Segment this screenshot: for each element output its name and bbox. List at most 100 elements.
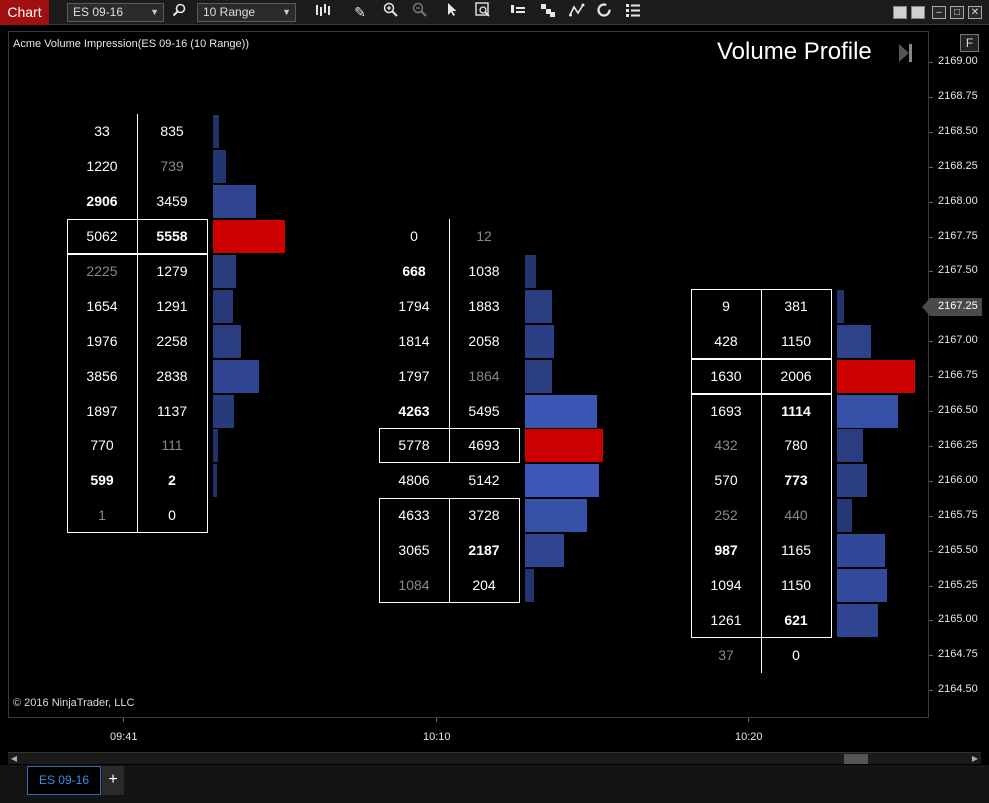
volume-bar — [213, 254, 236, 288]
price-tick-mark — [929, 515, 933, 517]
indicator-label: Acme Volume Impression(ES 09-16 (10 Rang… — [13, 38, 249, 50]
volume-bar — [525, 289, 552, 323]
bars-icon[interactable] — [508, 2, 528, 22]
price-tick-label: 2166.25 — [938, 438, 978, 451]
reload-icon[interactable] — [594, 2, 614, 22]
play-next-icon[interactable] — [898, 42, 914, 64]
instrument-value: ES 09-16 — [73, 5, 124, 19]
price-tick-mark — [929, 236, 933, 238]
time-tick-label: 10:10 — [423, 731, 451, 743]
time-tick-label: 09:41 — [110, 731, 138, 743]
price-tick-mark — [929, 411, 933, 412]
close-icon[interactable]: ✕ — [968, 6, 982, 19]
volume-bar — [213, 464, 217, 498]
volume-bar — [837, 464, 867, 498]
volume-bar — [213, 359, 259, 393]
data-box-icon[interactable] — [473, 2, 493, 22]
f-button[interactable]: F — [960, 34, 979, 52]
ask-volume-cell: 3459 — [156, 193, 188, 210]
horizontal-scrollbar[interactable]: ◀ ▶ — [8, 752, 981, 764]
bar-style-icon[interactable] — [313, 2, 333, 22]
time-tick-label: 10:20 — [735, 731, 763, 743]
bid-ask-divider — [761, 288, 762, 359]
maximize-icon[interactable]: □ — [950, 6, 964, 19]
trend-icon[interactable] — [567, 2, 587, 22]
tab-bar — [0, 765, 989, 803]
scroll-right-icon[interactable]: ▶ — [969, 753, 981, 765]
search-icon[interactable] — [169, 2, 189, 22]
current-price-label: 2167.25 — [938, 300, 978, 312]
hash-icon[interactable] — [538, 2, 558, 22]
pencil-icon[interactable]: ✎ — [350, 2, 370, 22]
price-tick-label: 2166.75 — [938, 369, 978, 382]
price-tick-mark — [929, 271, 933, 273]
time-tick-mark — [436, 718, 437, 722]
bid-ask-divider — [137, 219, 138, 254]
volume-bar — [525, 569, 534, 602]
price-tick-mark — [929, 341, 933, 343]
price-tick-label: 2167.75 — [938, 229, 978, 242]
bid-volume-cell: 37 — [718, 646, 734, 663]
price-tick-mark — [929, 131, 933, 133]
poc-volume-bar — [213, 220, 285, 253]
tab-es-09-16[interactable]: ES 09-16 — [27, 766, 101, 795]
bid-volume-cell: 1797 — [398, 367, 430, 384]
bid-ask-divider — [449, 428, 450, 464]
bid-volume-cell: 33 — [94, 123, 110, 140]
volume-bar — [837, 534, 885, 568]
price-tick-mark — [929, 550, 933, 552]
price-tick-label: 2165.75 — [938, 508, 978, 521]
scroll-thumb[interactable] — [844, 754, 868, 764]
bid-ask-divider — [761, 393, 762, 638]
ask-volume-cell: 1038 — [468, 262, 500, 279]
price-tick-mark — [929, 655, 933, 657]
ask-volume-cell: 1864 — [468, 367, 500, 384]
volume-bar — [213, 185, 256, 219]
volume-profile-title: Volume Profile — [717, 38, 872, 65]
volume-bar — [525, 324, 554, 358]
volume-bar — [837, 394, 898, 428]
bid-volume-cell: 1220 — [86, 158, 118, 175]
price-tick-label: 2165.50 — [938, 543, 978, 556]
current-price-marker: 2167.25 — [922, 298, 982, 316]
chevron-down-icon: ▼ — [282, 7, 291, 17]
volume-bar — [213, 394, 234, 428]
zoom-out-icon[interactable] — [409, 2, 429, 22]
scroll-left-icon[interactable]: ◀ — [8, 753, 20, 765]
ask-volume-cell: 835 — [160, 123, 184, 140]
volume-bar — [837, 603, 878, 637]
price-tick-mark — [929, 585, 933, 587]
time-tick-mark — [748, 718, 749, 722]
poc-volume-bar — [525, 429, 603, 463]
bid-ask-divider — [449, 219, 450, 429]
chart-title-tab[interactable]: Chart — [0, 0, 49, 25]
ask-volume-cell: 2058 — [468, 332, 500, 349]
zoom-in-icon[interactable] — [380, 2, 400, 22]
instrument-selector[interactable]: ES 09-16 ▼ — [67, 3, 164, 22]
price-tick-mark — [929, 620, 933, 622]
bar-type-value: 10 Range — [203, 5, 256, 19]
price-tick-mark — [929, 376, 933, 378]
price-tick-mark — [929, 62, 933, 63]
minimize-icon[interactable]: – — [932, 6, 946, 19]
volume-bar — [213, 115, 219, 149]
ask-volume-cell: 5495 — [468, 402, 500, 419]
price-tick-label: 2165.25 — [938, 578, 978, 591]
window-tile-button-2[interactable] — [911, 6, 925, 19]
window-tile-button[interactable] — [893, 6, 907, 19]
price-tick-label: 2168.00 — [938, 194, 978, 207]
properties-icon[interactable] — [623, 2, 643, 22]
bar-type-selector[interactable]: 10 Range ▼ — [197, 3, 296, 22]
volume-bar — [213, 289, 233, 323]
volume-bar — [525, 464, 599, 498]
chevron-down-icon: ▼ — [150, 7, 159, 17]
ask-volume-cell: 1883 — [468, 297, 500, 314]
price-tick-mark — [929, 480, 933, 482]
pointer-icon[interactable] — [442, 2, 462, 22]
price-tick-mark — [929, 96, 933, 98]
bid-volume-cell: 4263 — [398, 402, 430, 419]
bid-ask-divider — [761, 637, 762, 673]
price-tick-label: 2168.25 — [938, 159, 978, 172]
add-tab-button[interactable]: + — [102, 766, 124, 795]
ask-volume-cell: 739 — [160, 158, 184, 175]
